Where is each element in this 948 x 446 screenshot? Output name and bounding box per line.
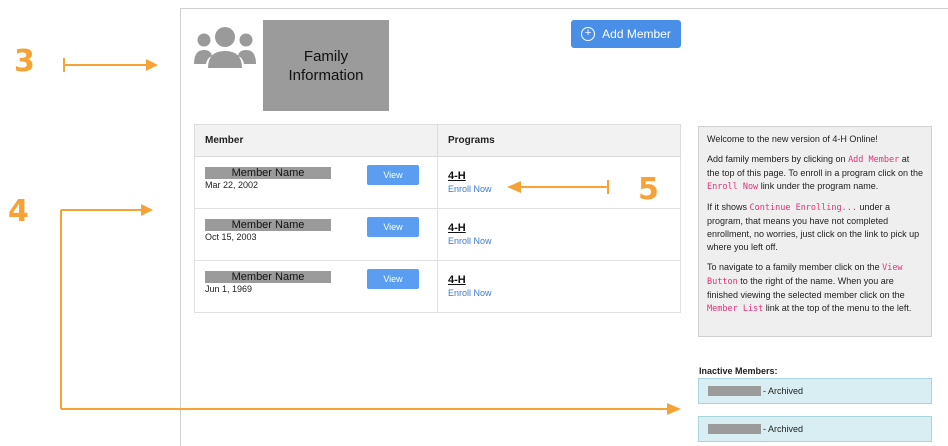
enroll-now-link[interactable]: Enroll Now [448,288,670,298]
program-link[interactable]: 4-H [448,222,670,234]
member-cell: Member Name Mar 22, 2002 View [194,156,438,209]
code-member-list: Member List [707,304,764,314]
family-title-text: Family Information [288,47,364,84]
family-information-title: Family Information [263,20,389,111]
info-text: To navigate to a family member click on … [707,262,883,272]
info-text: Add family members by clicking on [707,154,849,164]
info-text: link at the top of the menu to the left. [763,303,912,313]
column-header-programs: Programs [437,124,681,157]
table-row: Member Name Jun 1, 1969 View 4-H Enroll … [194,260,681,313]
callout-number-3: 3 [14,44,35,79]
info-paragraph-navigate: To navigate to a family member click on … [707,261,923,316]
enroll-now-link[interactable]: Enroll Now [448,236,670,246]
program-cell: 4-H Enroll Now [437,260,681,313]
inactive-member-row[interactable]: - Archived [698,378,932,404]
member-cell: Member Name Oct 15, 2003 View [194,208,438,261]
view-button[interactable]: View [367,269,419,289]
member-name: Member Name [205,271,331,283]
add-member-label: Add Member [602,27,671,41]
info-paragraph-add: Add family members by clicking on Add Me… [707,153,923,194]
enroll-now-link[interactable]: Enroll Now [448,184,670,194]
view-button[interactable]: View [367,165,419,185]
help-info-box: Welcome to the new version of 4-H Online… [698,126,932,337]
member-name: Member Name [205,167,331,179]
code-continue-enrolling: Continue Enrolling... [749,203,857,213]
program-cell: 4-H Enroll Now [437,156,681,209]
callout-number-4: 4 [8,194,29,229]
code-enroll-now: Enroll Now [707,182,759,192]
redacted-name [708,424,761,434]
add-member-button[interactable]: + Add Member [571,20,681,48]
code-add-member: Add Member [848,155,900,165]
table-header-row: Member Programs [194,124,681,157]
inactive-member-row[interactable]: - Archived [698,416,932,442]
column-header-member: Member [194,124,438,157]
archived-status: - Archived [763,386,804,396]
info-text: link under the program name. [758,181,879,191]
program-link[interactable]: 4-H [448,274,670,286]
info-paragraph-continue: If it shows Continue Enrolling... under … [707,201,923,254]
archived-status: - Archived [763,424,804,434]
info-paragraph-welcome: Welcome to the new version of 4-H Online… [707,134,878,144]
program-link[interactable]: 4-H [448,170,670,182]
info-text: If it shows [707,202,750,212]
members-table: Member Programs Member Name Mar 22, 2002… [194,124,681,313]
redacted-name [708,386,761,396]
member-cell: Member Name Jun 1, 1969 View [194,260,438,313]
view-button[interactable]: View [367,217,419,237]
people-group-icon [194,27,256,68]
plus-circle-icon: + [581,27,596,41]
table-row: Member Name Mar 22, 2002 View 4-H Enroll… [194,156,681,209]
inactive-members-title: Inactive Members: [699,366,778,376]
callout-arrow-3 [63,58,158,72]
table-row: Member Name Oct 15, 2003 View 4-H Enroll… [194,208,681,261]
member-name: Member Name [205,219,331,231]
program-cell: 4-H Enroll Now [437,208,681,261]
